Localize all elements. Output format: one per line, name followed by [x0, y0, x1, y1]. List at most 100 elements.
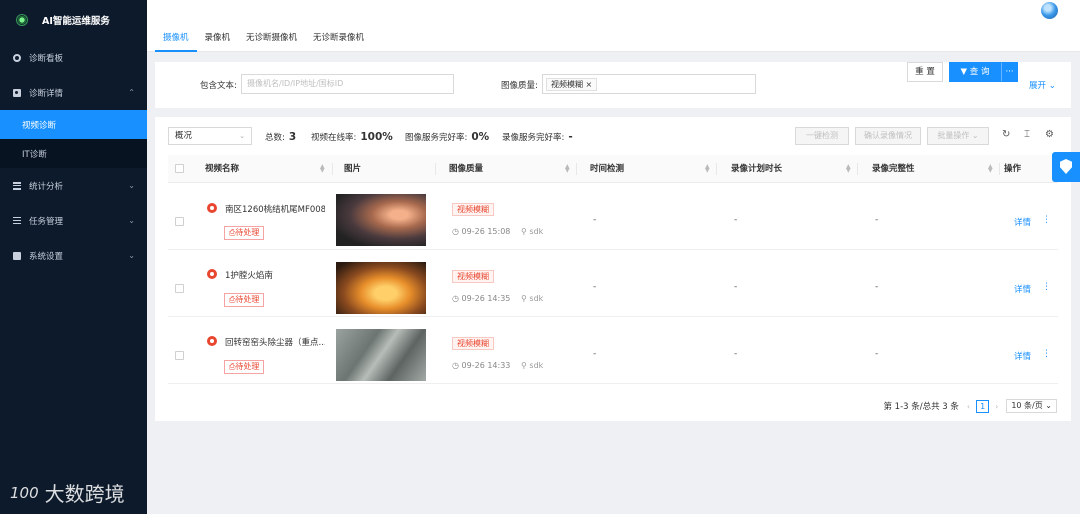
more-vertical-icon[interactable]: ⋮: [1042, 215, 1051, 225]
clock-icon: ◷: [452, 227, 462, 236]
confirm-recording-button[interactable]: 确认录像情况: [855, 127, 921, 145]
avatar[interactable]: [1041, 2, 1058, 19]
column-header-integrity[interactable]: 录像完整性: [872, 155, 915, 183]
column-header-time-check[interactable]: 时间检测: [590, 155, 624, 183]
check-time-value: 09-26 15:08: [461, 227, 511, 236]
text-filter-input[interactable]: 摄像机名/ID/IP地址/国标ID: [241, 74, 454, 94]
next-page-icon[interactable]: ›: [995, 402, 998, 411]
column-header-quality[interactable]: 图像质量: [449, 155, 483, 183]
tab-no-diagnosis-camera[interactable]: 无诊断摄像机: [238, 26, 305, 51]
detail-link[interactable]: 详情: [1014, 350, 1031, 362]
prev-page-icon[interactable]: ‹: [967, 402, 970, 411]
column-height-icon[interactable]: ⌶: [1024, 129, 1030, 140]
sort-icon[interactable]: ▲ ▼: [565, 164, 570, 174]
detail-link[interactable]: 详情: [1014, 216, 1031, 228]
sidebar-subitem-it-diagnosis[interactable]: IT诊断: [0, 139, 147, 168]
batch-operation-button[interactable]: 批量操作 ⌄: [927, 127, 989, 145]
sidebar-item-settings[interactable]: 系统设置 ⌄: [0, 238, 147, 273]
sidebar-item-label: 统计分析: [29, 181, 64, 192]
refresh-icon[interactable]: ↻: [1002, 129, 1010, 140]
status-badge-label: 待处理: [235, 362, 260, 371]
column-header-plan-duration[interactable]: 录像计划时长: [731, 155, 782, 183]
tab-recorder[interactable]: 录像机: [197, 26, 239, 51]
column-header-name[interactable]: 视频名称: [205, 155, 239, 183]
one-click-detect-button[interactable]: 一键检测: [795, 127, 849, 145]
page-size-select[interactable]: 10 条/页 ⌄: [1006, 399, 1057, 413]
page-size-value: 10 条/页: [1011, 401, 1043, 410]
sort-icon[interactable]: ▲ ▼: [320, 164, 325, 174]
row-checkbox[interactable]: [175, 217, 184, 226]
tab-bar: 摄像机 录像机 无诊断摄像机 无诊断录像机: [147, 26, 1080, 52]
plan-duration-value: -: [734, 282, 738, 292]
status-badge-label: 待处理: [235, 295, 260, 304]
video-thumbnail[interactable]: [336, 262, 426, 314]
sidebar-item-label: 诊断看板: [29, 53, 64, 64]
online-rate-stat: 视频在线率: 100%: [311, 131, 393, 143]
chevron-down-icon: ⌄: [128, 216, 135, 225]
quality-tag: 视频模糊: [452, 203, 494, 216]
view-select[interactable]: 概况 ⌄: [168, 127, 252, 145]
expand-link[interactable]: 展开 ⌄: [1029, 79, 1056, 91]
select-all-checkbox[interactable]: [175, 164, 184, 173]
plan-duration-value: -: [734, 215, 738, 225]
sidebar-item-dashboard[interactable]: 诊断看板: [0, 40, 147, 75]
sidebar-subitem-video-diagnosis[interactable]: 视频诊断: [0, 110, 147, 139]
tab-camera[interactable]: 摄像机: [155, 26, 197, 52]
filter-panel: 包含文本: 摄像机名/ID/IP地址/国标ID 图像质量: 视频模糊 × 重 置…: [155, 62, 1071, 108]
status-badge[interactable]: ⎙待处理: [224, 226, 265, 240]
time-check-value: -: [593, 349, 597, 359]
pagination: 第 1-3 条/总共 3 条 ‹ 1 › 10 条/页 ⌄: [883, 399, 1057, 413]
sort-icon[interactable]: ▲ ▼: [988, 164, 993, 174]
detail-link[interactable]: 详情: [1014, 283, 1031, 295]
check-time: ◷ 09-26 15:08: [452, 227, 510, 236]
watermark: 100 大数跨境: [10, 478, 125, 507]
video-thumbnail[interactable]: [336, 194, 426, 246]
quality-filter-label: 图像质量:: [501, 81, 538, 91]
quality-filter-tag-label: 视频模糊: [551, 80, 583, 89]
dashboard-icon: [13, 53, 21, 62]
shield-icon[interactable]: [1052, 152, 1080, 182]
column-divider: [332, 163, 333, 175]
check-time-value: 09-26 14:35: [461, 294, 511, 303]
sidebar-item-label: 系统设置: [29, 251, 64, 262]
page-button[interactable]: 1: [976, 399, 990, 413]
check-time: ◷ 09-26 14:33: [452, 361, 510, 370]
video-name: 南区1260桃结机尾MF0081: [225, 205, 325, 215]
video-thumbnail[interactable]: [336, 329, 426, 381]
quality-filter-select[interactable]: 视频模糊 ×: [542, 74, 756, 94]
reset-button[interactable]: 重 置: [907, 62, 943, 82]
sidebar-item-diagnosis-detail[interactable]: 诊断详情 ⌃: [0, 75, 147, 110]
status-badge[interactable]: ⎙待处理: [224, 293, 265, 307]
row-checkbox[interactable]: [175, 351, 184, 360]
query-more-button[interactable]: ···: [1001, 62, 1018, 82]
total-stat: 总数: 3: [265, 131, 296, 143]
pagination-summary: 第 1-3 条/总共 3 条: [883, 402, 959, 412]
source-value: sdk: [529, 227, 544, 236]
chevron-up-icon: ⌃: [128, 88, 135, 97]
sidebar-item-tasks[interactable]: 任务管理 ⌄: [0, 203, 147, 238]
video-name: 回转窑窑头除尘器（重点...: [225, 338, 325, 348]
task-icon: [13, 216, 21, 225]
more-vertical-icon[interactable]: ⋮: [1042, 349, 1051, 359]
status-badge[interactable]: ⎙待处理: [224, 360, 265, 374]
total-value: 3: [288, 131, 297, 143]
check-time: ◷ 09-26 14:35: [452, 294, 510, 303]
sort-icon[interactable]: ▲ ▼: [846, 164, 851, 174]
row-checkbox[interactable]: [175, 284, 184, 293]
clock-icon: ◷: [452, 361, 462, 370]
sidebar-subitem-label: IT诊断: [22, 149, 47, 160]
chart-icon: [13, 181, 21, 190]
source-label: ⚲ sdk: [521, 361, 543, 370]
sort-icon[interactable]: ▲ ▼: [705, 164, 710, 174]
gear-icon[interactable]: ⚙: [1045, 129, 1054, 140]
more-vertical-icon[interactable]: ⋮: [1042, 282, 1051, 292]
camera-icon: [13, 88, 21, 97]
record-rate-value: -: [568, 131, 573, 143]
query-button[interactable]: ▼ 查 询: [949, 62, 1001, 82]
tab-no-diagnosis-recorder[interactable]: 无诊断录像机: [305, 26, 372, 51]
record-rate-stat: 录像服务完好率: -: [502, 131, 573, 143]
sidebar-item-statistics[interactable]: 统计分析 ⌄: [0, 168, 147, 203]
table-card: 概况 ⌄ 总数: 3 视频在线率: 100% 图像服务完好率: 0% 录像服务完好率:…: [155, 117, 1071, 421]
filter-icon: ▼: [960, 67, 970, 77]
close-icon[interactable]: ×: [586, 80, 593, 89]
